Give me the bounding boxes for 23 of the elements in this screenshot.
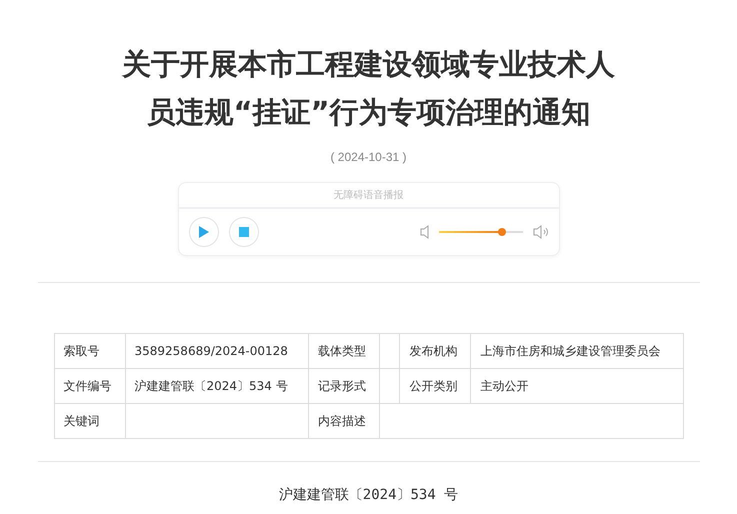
stop-button[interactable] <box>228 217 258 247</box>
field-value: 沪建建管联〔2024〕534 号 <box>125 368 309 404</box>
play-icon <box>198 226 209 238</box>
player-label: 无障碍语音播报 <box>178 183 558 209</box>
document-number: 沪建建管联〔2024〕534 号 <box>278 486 458 504</box>
field-label: 内容描述 <box>308 404 380 438</box>
field-label: 记录形式 <box>308 368 380 404</box>
field-value: 3589258689/2024-00128 <box>125 334 309 368</box>
field-label: 文件编号 <box>54 368 125 404</box>
publish-date: ( 2024-10-31 ) <box>330 150 407 164</box>
field-label: 关键词 <box>54 404 125 438</box>
stop-icon <box>238 227 248 237</box>
slider-thumb[interactable] <box>498 228 506 236</box>
volume-low-icon[interactable] <box>420 225 428 239</box>
field-value: 上海市住房和城乡建设管理委员会 <box>470 334 683 368</box>
play-button[interactable] <box>188 217 218 247</box>
field-value: 主动公开 <box>470 368 683 404</box>
field-label: 载体类型 <box>308 334 380 368</box>
field-label: 发布机构 <box>400 334 471 368</box>
field-label: 公开类别 <box>400 368 471 404</box>
volume-high-icon[interactable] <box>532 225 548 239</box>
page-title: 关于开展本市工程建设领域专业技术人 员违规“挂证”行为专项治理的通知 <box>122 46 615 131</box>
field-label: 索取号 <box>54 334 125 368</box>
